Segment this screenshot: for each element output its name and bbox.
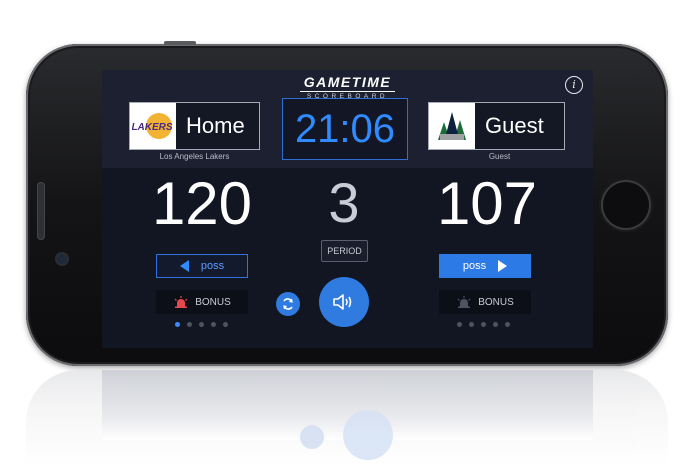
page-dot [199, 322, 204, 327]
period-button[interactable]: PERIOD [321, 240, 368, 262]
page-dot [469, 322, 474, 327]
home-bonus-label: BONUS [195, 296, 231, 308]
refresh-icon [283, 298, 293, 310]
page-dot [187, 322, 192, 327]
app-screen: GAMETIME SCOREBOARD i LAKERS Home Los An… [102, 70, 593, 348]
speaker-icon [333, 294, 352, 310]
home-possession-label: poss [200, 260, 225, 272]
page-dot [175, 322, 180, 327]
home-possession-button[interactable]: poss [156, 254, 248, 278]
arrow-left-icon [179, 260, 189, 272]
guest-bonus-label: BONUS [478, 296, 514, 308]
home-button[interactable] [603, 182, 649, 228]
home-score[interactable]: 120 [132, 169, 272, 238]
info-icon[interactable]: i [565, 76, 583, 94]
guest-possession-button[interactable]: poss [439, 254, 531, 278]
horn-button[interactable] [319, 277, 369, 327]
page-dot [481, 322, 486, 327]
guest-score[interactable]: 107 [417, 169, 557, 238]
swap-sides-button[interactable] [276, 292, 300, 316]
page-dot [223, 322, 228, 327]
lakers-logo: LAKERS [130, 103, 176, 149]
guest-possession-label: poss [462, 260, 487, 272]
alarm-light-icon [174, 296, 188, 308]
timberwolves-logo [429, 103, 475, 149]
period-value[interactable]: 3 [302, 170, 386, 235]
timberwolves-logo-icon [438, 112, 466, 140]
reflection-horn-icon [343, 410, 393, 460]
home-team-name: Los Angeles Lakers [159, 152, 230, 161]
page-dot [505, 322, 510, 327]
home-team-label: Home [186, 113, 245, 138]
phone-reflection [26, 370, 668, 465]
guest-team-box[interactable]: Guest [428, 102, 565, 150]
game-clock[interactable]: 21:06 [282, 98, 408, 160]
alarm-light-icon [457, 296, 471, 308]
guest-team-name: Guest [488, 152, 511, 161]
page-dot [211, 322, 216, 327]
lakers-logo-text: LAKERS [132, 122, 173, 133]
camera-icon [57, 254, 67, 264]
page-dot [493, 322, 498, 327]
speaker-grille [37, 182, 45, 240]
page-dot [457, 322, 462, 327]
app-title: GAMETIME [299, 74, 396, 92]
home-bonus-button[interactable]: BONUS [156, 290, 248, 314]
arrow-right-icon [498, 260, 508, 272]
guest-team-label: Guest [485, 113, 544, 138]
lakers-logo-icon: LAKERS [132, 113, 173, 139]
reflection-swap-icon [300, 425, 324, 449]
volume-button [164, 41, 196, 45]
home-page-indicator[interactable] [175, 322, 228, 327]
guest-page-indicator[interactable] [457, 322, 510, 327]
home-team-box[interactable]: LAKERS Home [129, 102, 260, 150]
app-branding: GAMETIME SCOREBOARD [102, 74, 593, 100]
guest-bonus-button[interactable]: BONUS [439, 290, 531, 314]
